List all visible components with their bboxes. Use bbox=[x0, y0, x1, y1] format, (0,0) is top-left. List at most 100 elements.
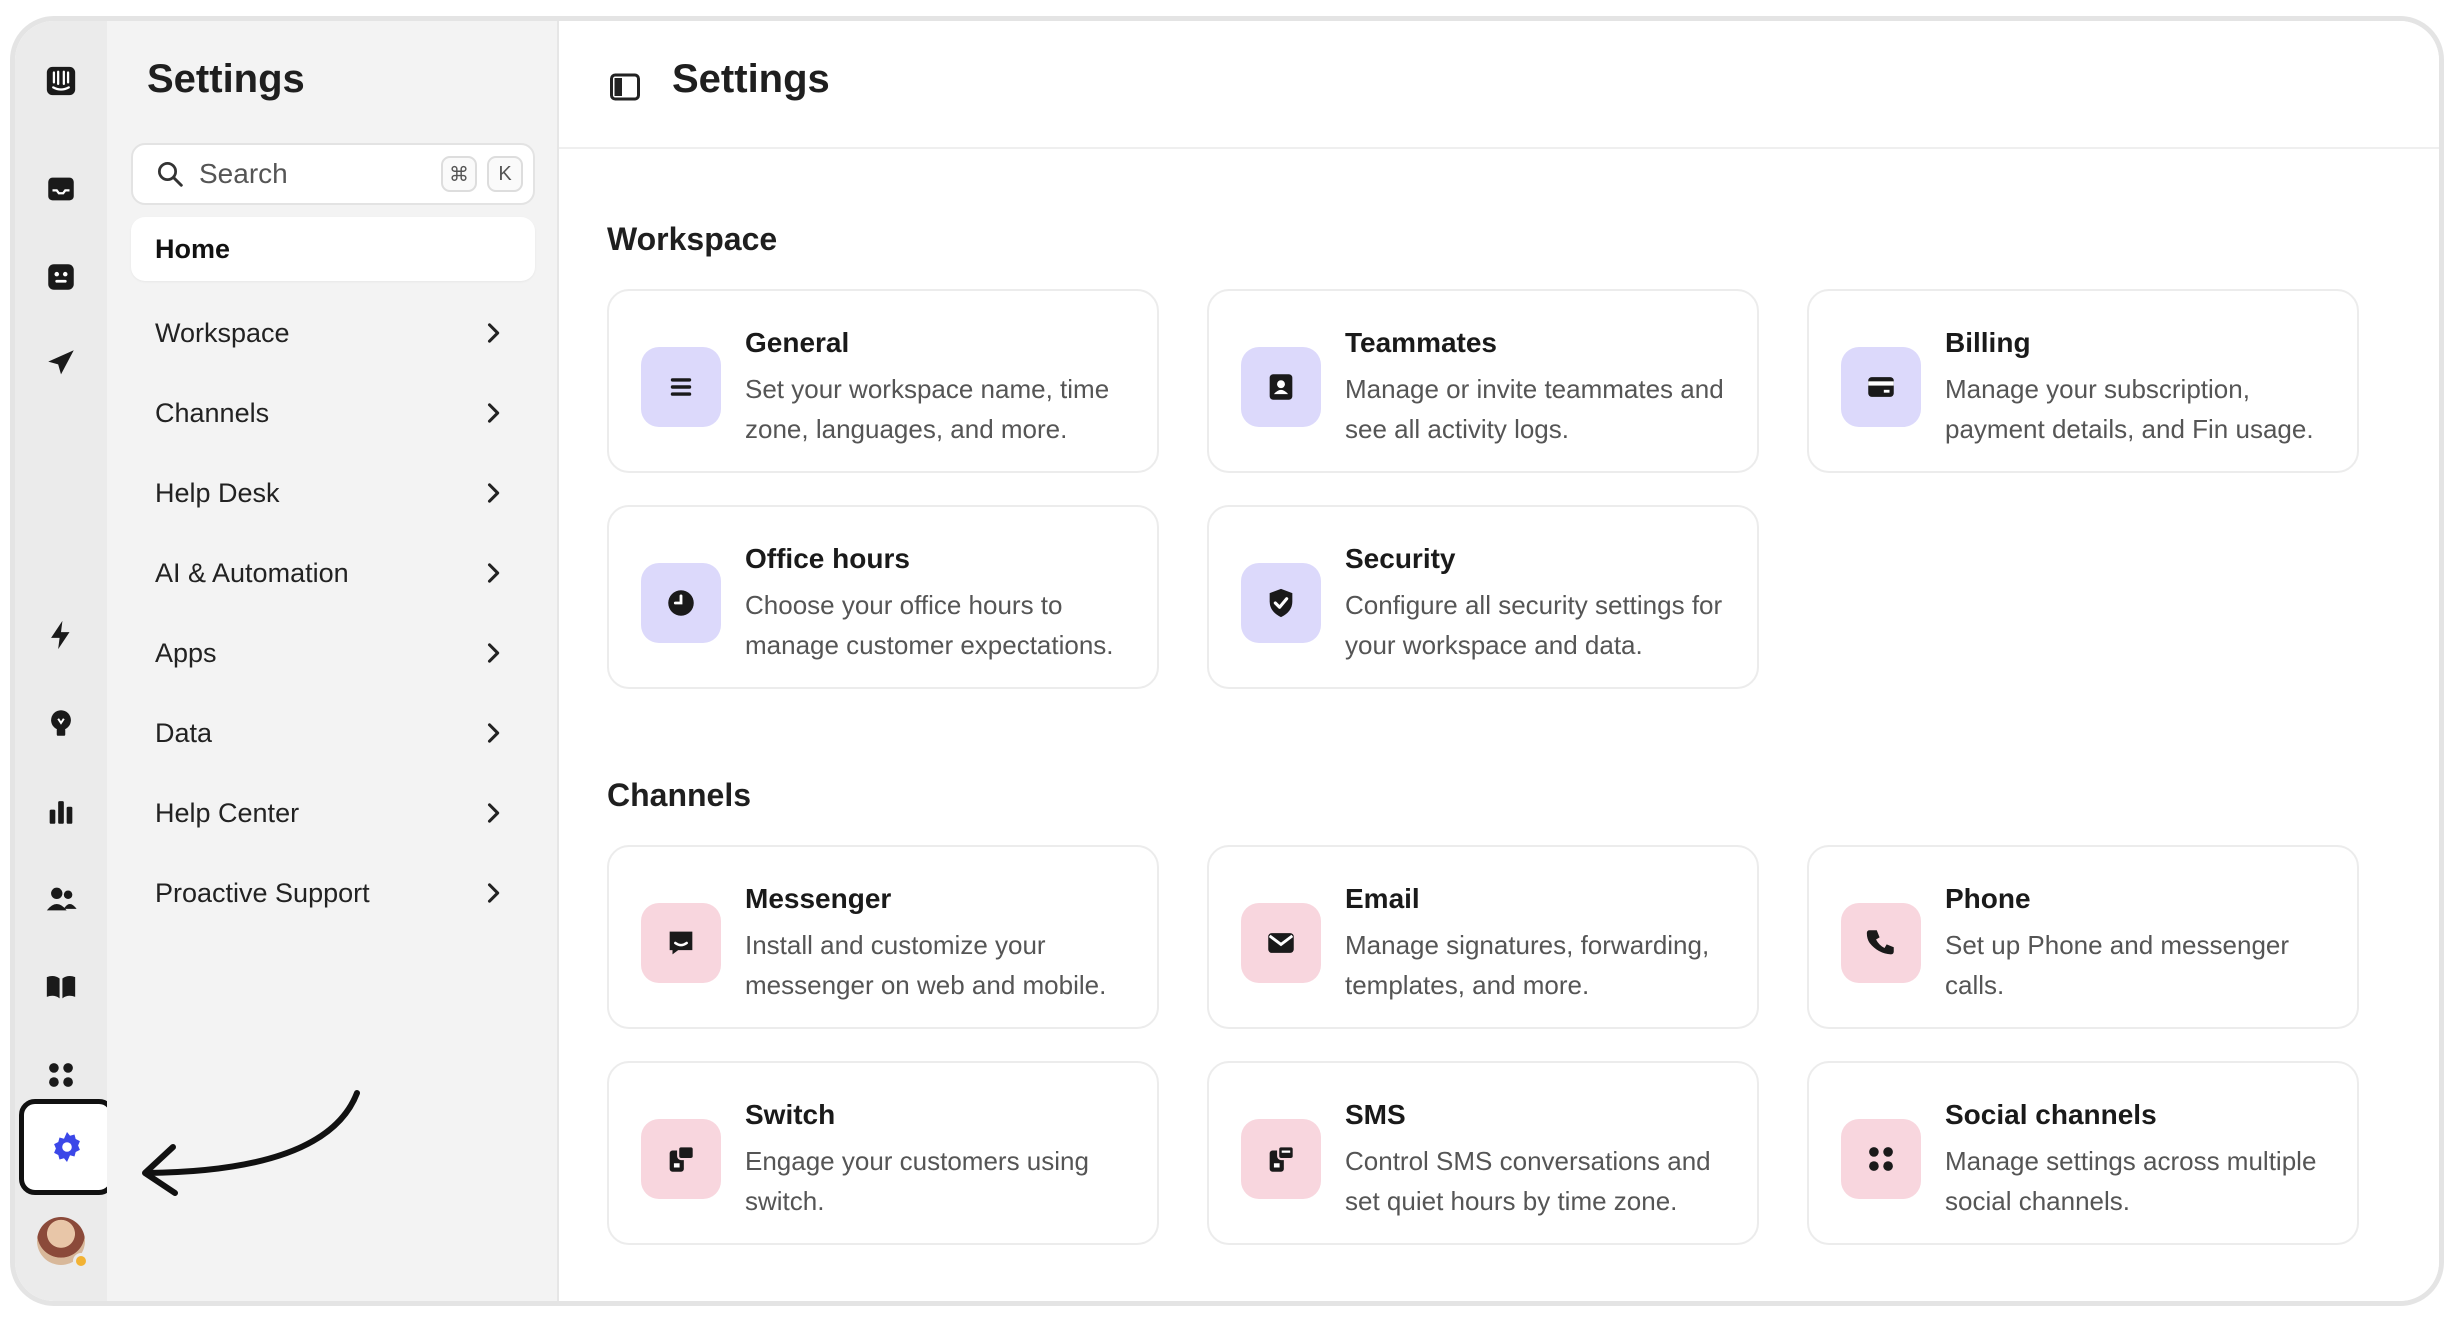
search-input[interactable]: Search ⌘ K bbox=[131, 143, 535, 205]
card-description: Configure all security settings for your… bbox=[1345, 590, 1723, 660]
sidebar-item-workspace[interactable]: Workspace bbox=[131, 301, 535, 365]
sidebar-item-help-center[interactable]: Help Center bbox=[131, 781, 535, 845]
sidebar-item-ai-automation[interactable]: AI & Automation bbox=[131, 541, 535, 605]
card-office-hours[interactable]: Office hours Choose your office hours to… bbox=[607, 505, 1159, 689]
card-icon-badge bbox=[1841, 903, 1921, 983]
lightbulb-icon[interactable] bbox=[41, 703, 81, 743]
chevron-right-icon bbox=[487, 563, 500, 583]
switch-icon bbox=[669, 1145, 695, 1172]
sidebar-item-label: Workspace bbox=[155, 317, 290, 348]
lightning-icon[interactable] bbox=[41, 615, 81, 655]
card-sms[interactable]: SMS Control SMS conversations and set qu… bbox=[1207, 1061, 1759, 1245]
chevron-right-icon bbox=[487, 883, 500, 903]
card-phone[interactable]: Phone Set up Phone and messenger calls. bbox=[1807, 845, 2359, 1029]
sidebar-item-label: Channels bbox=[155, 397, 270, 428]
card-security[interactable]: Security Configure all security settings… bbox=[1207, 505, 1759, 689]
card-title: Email bbox=[1345, 883, 1420, 914]
card-title: Office hours bbox=[745, 543, 910, 574]
contact-card-icon bbox=[1269, 374, 1293, 400]
outbound-send-icon[interactable] bbox=[41, 343, 81, 383]
card-email[interactable]: Email Manage signatures, forwarding, tem… bbox=[1207, 845, 1759, 1029]
sidebar-item-channels[interactable]: Channels bbox=[131, 381, 535, 445]
section-title-workspace: Workspace bbox=[607, 221, 778, 257]
contacts-icon[interactable] bbox=[41, 879, 81, 919]
search-placeholder: Search bbox=[199, 158, 288, 189]
card-icon-badge bbox=[641, 347, 721, 427]
card-description: Set up Phone and messenger calls. bbox=[1945, 930, 2290, 1000]
card-description: Manage your subscription, payment detail… bbox=[1945, 374, 2314, 444]
card-title: SMS bbox=[1345, 1099, 1406, 1130]
card-icon-badge bbox=[1241, 903, 1321, 983]
sidebar-item-data[interactable]: Data bbox=[131, 701, 535, 765]
card-description: Manage signatures, forwarding, templates… bbox=[1345, 930, 1710, 1000]
card-social-channels[interactable]: Social channels Manage settings across m… bbox=[1807, 1061, 2359, 1245]
sidebar-item-help-desk[interactable]: Help Desk bbox=[131, 461, 535, 525]
envelope-icon bbox=[1268, 933, 1294, 953]
card-general[interactable]: General Set your workspace name, time zo… bbox=[607, 289, 1159, 473]
card-description: Choose your office hours to manage custo… bbox=[745, 590, 1114, 660]
sidebar-item-home[interactable]: Home bbox=[131, 217, 535, 281]
sidebar-item-label: Proactive Support bbox=[155, 877, 370, 908]
sidebar-item-label: Apps bbox=[155, 637, 217, 668]
page-header: Settings bbox=[559, 21, 2439, 149]
chevron-right-icon bbox=[487, 323, 500, 343]
chevron-right-icon bbox=[487, 483, 500, 503]
card-description: Install and customize your messenger on … bbox=[745, 930, 1107, 1000]
sidebar-item-label: AI & Automation bbox=[155, 557, 349, 588]
inbox-icon[interactable] bbox=[41, 169, 81, 209]
sidebar-toggle-icon[interactable] bbox=[607, 69, 643, 105]
app-window: Settings Search ⌘ K Home Workspace Chann… bbox=[10, 16, 2444, 1306]
card-icon-badge bbox=[1241, 347, 1321, 427]
card-description: Control SMS conversations and set quiet … bbox=[1345, 1146, 1711, 1216]
card-switch[interactable]: Switch Engage your customers using switc… bbox=[607, 1061, 1159, 1245]
sidebar-item-label: Help Desk bbox=[155, 477, 280, 508]
card-billing[interactable]: Billing Manage your subscription, paymen… bbox=[1807, 289, 2359, 473]
card-icon-badge bbox=[641, 563, 721, 643]
card-icon-badge bbox=[1241, 563, 1321, 643]
section-title-channels: Channels bbox=[607, 777, 752, 813]
card-title: Social channels bbox=[1945, 1099, 2157, 1130]
grid-icon bbox=[1869, 1147, 1893, 1171]
card-title: Billing bbox=[1945, 327, 2031, 358]
fin-ai-icon[interactable] bbox=[41, 257, 81, 297]
apps-grid-icon[interactable] bbox=[41, 1055, 81, 1095]
gear-icon bbox=[54, 1132, 80, 1162]
card-icon-badge bbox=[1841, 1119, 1921, 1199]
annotation-arrow-icon bbox=[142, 1090, 360, 1196]
card-messenger[interactable]: Messenger Install and customize your mes… bbox=[607, 845, 1159, 1029]
sidebar-item-apps[interactable]: Apps bbox=[131, 621, 535, 685]
logo-icon[interactable] bbox=[41, 61, 81, 101]
card-title: Teammates bbox=[1345, 327, 1498, 358]
card-description: Manage or invite teammates and see all a… bbox=[1345, 374, 1724, 444]
shortcut-cmd-key: ⌘ bbox=[441, 156, 477, 192]
card-description: Set your workspace name, time zone, lang… bbox=[745, 374, 1110, 444]
chevron-right-icon bbox=[487, 803, 500, 823]
card-description: Manage settings across multiple social c… bbox=[1945, 1146, 2317, 1216]
page-title: Settings bbox=[672, 57, 830, 101]
card-description: Engage your customers using switch. bbox=[745, 1146, 1089, 1216]
knowledge-book-icon[interactable] bbox=[41, 967, 81, 1007]
icon-rail bbox=[15, 21, 115, 1301]
card-title: Security bbox=[1345, 543, 1456, 574]
sidebar-title: Settings bbox=[147, 57, 305, 101]
card-icon-badge bbox=[641, 903, 721, 983]
card-title: Phone bbox=[1945, 883, 2031, 914]
messenger-icon bbox=[669, 931, 693, 955]
card-icon-badge bbox=[1841, 347, 1921, 427]
main-content: Settings Workspace General Set your work… bbox=[559, 21, 2439, 1301]
sms-icon bbox=[1269, 1145, 1295, 1172]
sidebar-item-label: Help Center bbox=[155, 797, 300, 828]
card-icon-badge bbox=[1241, 1119, 1321, 1199]
reports-bar-icon[interactable] bbox=[41, 791, 81, 831]
card-title: General bbox=[745, 327, 850, 358]
card-title: Messenger bbox=[745, 883, 892, 914]
shortcut-k-key: K bbox=[487, 156, 523, 192]
settings-gear-button[interactable] bbox=[19, 1099, 115, 1195]
phone-icon bbox=[1866, 930, 1894, 955]
credit-card-icon bbox=[1868, 377, 1894, 397]
card-title: Switch bbox=[745, 1099, 836, 1130]
sidebar-item-proactive-support[interactable]: Proactive Support bbox=[131, 861, 535, 925]
card-teammates[interactable]: Teammates Manage or invite teammates and… bbox=[1207, 289, 1759, 473]
chevron-right-icon bbox=[487, 643, 500, 663]
list-icon bbox=[670, 378, 692, 396]
